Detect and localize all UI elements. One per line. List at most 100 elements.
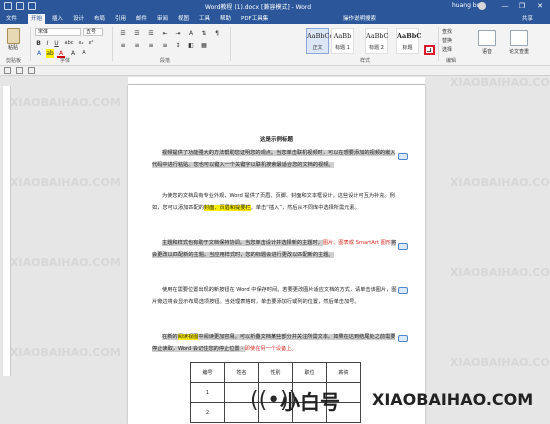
vertical-ruler[interactable] — [3, 86, 11, 376]
align-right-icon[interactable]: ≡ — [146, 41, 156, 50]
borders-icon[interactable]: ▦ — [199, 41, 209, 50]
ribbon-tabs: 文件 开始 插入 设计 布局 引用 邮件 审阅 视图 工具 帮助 PDF工具集 … — [0, 13, 550, 24]
save-icon[interactable] — [4, 2, 12, 10]
watermark: XIAOBAIHAO.COM — [10, 256, 121, 269]
show-marks-icon[interactable]: ¶ — [212, 29, 222, 38]
underline-button[interactable]: U — [53, 39, 60, 48]
style-name: 标题 2 — [369, 45, 384, 51]
watermark: XIAOBAIHAO.COM — [10, 96, 121, 109]
increase-indent-icon[interactable]: ⇥ — [173, 29, 183, 38]
table-cell[interactable]: 2 — [190, 402, 225, 423]
document-page[interactable]: 这是示例标题 视频提供了功能强大的方法帮助您证明您的观点。当您单击联机视频时，可… — [128, 85, 425, 424]
table-header-row: 编号 姓名 性别 职位 薪资 — [190, 362, 361, 383]
paste-button[interactable]: 粘贴 — [3, 28, 23, 56]
numbering-icon[interactable]: ☰ — [132, 29, 142, 38]
paragraph-4[interactable]: 使用在需要位置出现的新按钮在 Word 中保存时间。若要更改图片适应文档的方式，… — [152, 285, 397, 308]
tab-home[interactable]: 开始 — [28, 14, 46, 24]
redo-icon[interactable] — [28, 2, 36, 10]
horizontal-ruler[interactable] — [128, 77, 425, 85]
watermark: XIAOBAIHAO.COM — [450, 356, 550, 369]
table-header-cell[interactable]: 编号 — [190, 362, 225, 383]
maximize-button[interactable]: ❐ — [515, 1, 529, 11]
find-button[interactable]: 查找 — [442, 28, 452, 35]
tell-me-search[interactable]: 操作说明搜索 — [343, 14, 376, 24]
decrease-indent-icon[interactable]: ⇤ — [160, 29, 170, 38]
comment-icon[interactable] — [398, 153, 408, 160]
style-name: 正文 — [312, 45, 323, 51]
chinese-layout-icon[interactable]: A — [186, 29, 196, 38]
line-spacing-icon[interactable]: ↕ — [173, 41, 183, 50]
group-divider — [30, 27, 31, 61]
multilevel-list-icon[interactable]: ☰ — [146, 29, 156, 38]
share-button[interactable]: 共享 — [522, 14, 533, 24]
shading-icon[interactable]: ◧ — [186, 41, 196, 50]
clipboard-icon — [6, 28, 20, 44]
watermark: XIAOBAIHAO.COM — [10, 176, 121, 189]
doc-icon[interactable] — [28, 67, 35, 74]
style-title[interactable]: AaBbC 标题 — [396, 28, 421, 54]
tab-design[interactable]: 设计 — [70, 14, 87, 24]
select-button[interactable]: 选择 — [442, 46, 452, 53]
bold-button[interactable]: B — [35, 39, 42, 48]
tab-pdf-tools[interactable]: PDF工具集 — [238, 14, 271, 24]
table-header-cell[interactable]: 性别 — [258, 362, 293, 383]
watermark: XIAOBAIHAO.COM — [10, 346, 121, 359]
paste-label: 粘贴 — [7, 45, 18, 51]
italic-button[interactable]: I — [44, 39, 51, 48]
comment-icon[interactable] — [398, 287, 408, 294]
close-button[interactable]: ✕ — [533, 1, 547, 11]
justify-icon[interactable]: ≡ — [160, 41, 170, 50]
dictate-icon[interactable] — [478, 30, 496, 46]
superscript-button[interactable]: x² — [87, 39, 95, 48]
paragraph-1[interactable]: 视频提供了功能强大的方法帮助您证明您的观点。当您单击联机视频时，可以在想要添加的… — [152, 148, 397, 171]
tab-tools[interactable]: 工具 — [196, 14, 213, 24]
print-icon[interactable] — [16, 67, 23, 74]
sort-icon[interactable]: ⇅ — [199, 29, 209, 38]
clipboard-group-label: 剪贴板 — [6, 58, 22, 64]
style-name: 标题 1 — [335, 45, 350, 51]
style-sample: AaBb — [333, 32, 352, 40]
styles-dialog-launcher-button[interactable] — [424, 45, 435, 55]
font-name-select[interactable]: 宋体 — [35, 28, 81, 36]
tab-file[interactable]: 文件 — [3, 14, 20, 24]
font-size-select[interactable]: 五号 — [83, 28, 103, 36]
table-cell[interactable]: 1 — [190, 382, 225, 403]
tab-insert[interactable]: 插入 — [49, 14, 66, 24]
comment-icon[interactable] — [398, 335, 408, 342]
document-title: 这是示例标题 — [259, 137, 293, 143]
tab-help[interactable]: 帮助 — [217, 14, 234, 24]
comment-icon[interactable] — [398, 243, 408, 250]
paragraph-5[interactable]: 在新的阅读视图中阅读更加容易。可以折叠文档某些部分并关注所需文本。如果在达到结尾… — [152, 332, 397, 355]
view-icon[interactable] — [4, 67, 11, 74]
bullets-icon[interactable]: ☰ — [118, 29, 128, 38]
table-header-cell[interactable]: 姓名 — [224, 362, 259, 383]
tab-view[interactable]: 视图 — [175, 14, 192, 24]
tab-layout[interactable]: 布局 — [91, 14, 108, 24]
avatar[interactable] — [478, 2, 486, 10]
style-heading-2[interactable]: AaBbC 标题 2 — [365, 28, 388, 54]
style-normal[interactable]: AaBbCcI 正文 — [306, 28, 336, 54]
table-header-cell[interactable]: 职位 — [292, 362, 327, 383]
table-header-cell[interactable]: 薪资 — [326, 362, 361, 383]
font-size-down-icon[interactable]: A — [80, 49, 88, 58]
tab-review[interactable]: 审阅 — [154, 14, 171, 24]
highlight-icon[interactable]: ab — [46, 49, 54, 58]
undo-icon[interactable] — [16, 2, 24, 10]
font-size-up-icon[interactable]: A — [69, 49, 77, 58]
text-effects-icon[interactable]: A — [35, 49, 43, 58]
align-left-icon[interactable]: ≡ — [118, 41, 128, 50]
tab-mailings[interactable]: 邮件 — [133, 14, 150, 24]
replace-button[interactable]: 替换 — [442, 37, 452, 44]
subscript-button[interactable]: x₂ — [77, 39, 85, 48]
launcher-arrow-icon — [427, 48, 431, 52]
tab-references[interactable]: 引用 — [112, 14, 129, 24]
strikethrough-button[interactable]: abc — [64, 39, 74, 48]
watermark: XIAOBAIHAO.COM — [450, 76, 550, 89]
minimize-button[interactable]: — — [498, 1, 512, 11]
paragraph-3[interactable]: 主题和样式也有助于文档保持协调。当您单击设计并选择新的主题时，图片、图表或 Sm… — [152, 238, 397, 261]
style-heading-1[interactable]: AaBb 标题 1 — [331, 28, 354, 54]
plagiarism-check-icon[interactable] — [510, 30, 528, 46]
user-name[interactable]: huang bo — [452, 2, 480, 9]
paragraph-2[interactable]: 为使您的文档具有专业外观，Word 提供了页眉、页脚、封面和文本框设计，这些设计… — [152, 191, 397, 214]
align-center-icon[interactable]: ≡ — [132, 41, 142, 50]
